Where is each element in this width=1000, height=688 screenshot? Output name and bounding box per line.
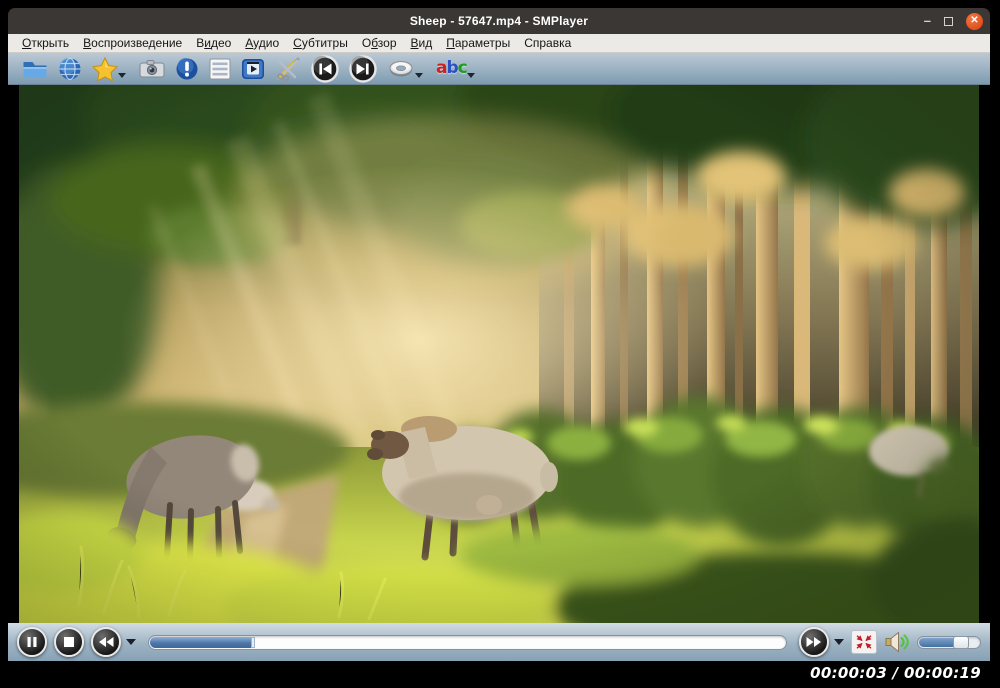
abc-subtitles-icon: abc [436, 60, 467, 77]
ab-loop-dropdown-caret[interactable] [415, 73, 423, 78]
globe-icon [58, 57, 82, 81]
ab-loop-icon [387, 59, 415, 79]
previous-icon [311, 55, 339, 83]
volume-slider[interactable] [917, 636, 981, 649]
forward-icon [806, 636, 822, 648]
next-button[interactable] [344, 55, 382, 83]
forward-button[interactable] [799, 627, 829, 657]
stop-icon [63, 636, 75, 648]
screenshot-button[interactable] [134, 55, 170, 83]
rewind-icon [98, 636, 114, 648]
stop-button[interactable] [54, 627, 84, 657]
menu-options[interactable]: Параметры [439, 36, 517, 50]
open-file-button[interactable] [17, 55, 53, 83]
menu-browse[interactable]: Обзор [355, 36, 404, 50]
mute-button[interactable] [884, 630, 910, 654]
close-button[interactable]: ✕ [966, 13, 983, 30]
file-info-button[interactable] [170, 55, 204, 83]
window-buttons: – ✕ [924, 8, 983, 34]
pause-icon [26, 636, 38, 648]
toolbar: abc [8, 53, 990, 85]
menu-audio[interactable]: Аудио [238, 36, 286, 50]
menu-playback[interactable]: Воспроизведение [76, 36, 189, 50]
previous-button[interactable] [306, 55, 344, 83]
playlist-icon [209, 58, 231, 80]
open-url-button[interactable] [53, 55, 87, 83]
seek-fill [150, 637, 252, 648]
info-icon [175, 57, 199, 81]
favorites-button[interactable] [87, 55, 134, 83]
fullscreen-icon [854, 633, 874, 651]
rewind-button[interactable] [91, 627, 121, 657]
forward-dropdown-caret[interactable] [834, 639, 844, 645]
fullscreen-button[interactable] [851, 630, 877, 654]
titlebar[interactable]: Sheep - 57647.mp4 - SMPlayer – ✕ [8, 8, 990, 34]
volume-icon [884, 630, 910, 654]
menu-help[interactable]: Справка [517, 36, 578, 50]
video-browser-icon [241, 57, 265, 81]
video-surface[interactable] [19, 85, 979, 623]
next-icon [349, 55, 377, 83]
volume-fill [919, 638, 954, 647]
subtitles-dropdown-caret[interactable] [467, 73, 475, 78]
minimize-button[interactable]: – [924, 16, 931, 26]
seek-slider[interactable] [148, 635, 787, 650]
rewind-dropdown-caret[interactable] [126, 639, 136, 645]
preferences-button[interactable] [270, 55, 306, 83]
menubar: Открыть Воспроизведение Видео Аудио Субт… [8, 34, 990, 53]
pause-button[interactable] [17, 627, 47, 657]
menu-video[interactable]: Видео [189, 36, 238, 50]
controlbar [8, 623, 990, 661]
volume-handle[interactable] [953, 636, 969, 649]
video-area [8, 85, 990, 623]
playlist-button[interactable] [204, 55, 236, 83]
tools-icon [275, 57, 301, 81]
window-title: Sheep - 57647.mp4 - SMPlayer [8, 14, 990, 28]
camera-icon [139, 59, 165, 79]
time-display: 00:00:03 / 00:00:19 [810, 664, 981, 682]
seek-handle[interactable] [251, 637, 255, 648]
subtitles-button[interactable]: abc [431, 55, 483, 83]
favorites-dropdown-caret[interactable] [118, 73, 126, 78]
menu-view[interactable]: Вид [404, 36, 440, 50]
statusbar: 00:00:03 / 00:00:19 [8, 661, 990, 684]
smplayer-window: Sheep - 57647.mp4 - SMPlayer – ✕ Открыть… [8, 8, 990, 684]
menu-open[interactable]: Открыть [15, 36, 76, 50]
video-browser-button[interactable] [236, 55, 270, 83]
ab-loop-button[interactable] [382, 55, 431, 83]
star-icon [92, 57, 118, 81]
menu-subtitles[interactable]: Субтитры [286, 36, 355, 50]
folder-icon [22, 58, 48, 80]
maximize-button[interactable] [944, 17, 953, 26]
